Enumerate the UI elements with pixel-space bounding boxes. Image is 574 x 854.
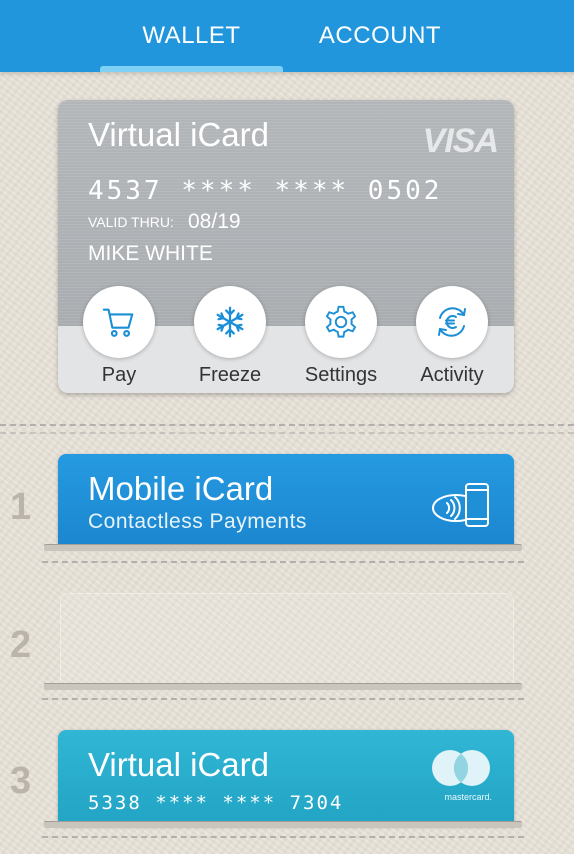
- pay-circle[interactable]: [83, 286, 155, 358]
- top-navigation-bar: WALLET ACCOUNT: [0, 0, 574, 72]
- settings-label: Settings: [304, 364, 378, 386]
- slot-number-1: 1: [10, 486, 32, 528]
- gear-icon: [325, 305, 357, 338]
- slot-number-2: 2: [10, 624, 32, 666]
- card-pocket-edge: [44, 544, 522, 551]
- freeze-button[interactable]: Freeze: [175, 286, 285, 386]
- tab-account[interactable]: ACCOUNT: [290, 0, 470, 72]
- euro-cycle-icon: [438, 307, 466, 337]
- pocket-stitch: [42, 698, 524, 700]
- empty-card-slot[interactable]: [60, 593, 514, 687]
- card-title: Virtual iCard: [88, 116, 269, 153]
- visa-logo: VISA: [422, 122, 499, 160]
- mobile-card-subtitle: Contactless Payments: [88, 510, 307, 533]
- pocket-stitch: [42, 561, 524, 563]
- freeze-label: Freeze: [198, 364, 262, 386]
- valid-thru-value: 08/19: [188, 210, 241, 233]
- pay-label: Pay: [101, 364, 137, 386]
- mobile-icard[interactable]: Mobile iCard Contactless Payments: [58, 454, 514, 548]
- active-tab-indicator: [100, 66, 283, 72]
- activity-label: Activity: [420, 364, 484, 386]
- valid-thru-label: VALID THRU:: [88, 214, 174, 230]
- activity-circle[interactable]: [416, 286, 488, 358]
- virtual-icard-mastercard[interactable]: Virtual iCard 5338 **** **** 7304 master…: [58, 730, 514, 826]
- pay-button[interactable]: Pay: [64, 286, 174, 386]
- cart-icon: [102, 308, 134, 337]
- mobile-card-title: Mobile iCard: [88, 470, 274, 507]
- settings-circle[interactable]: [305, 286, 377, 358]
- mastercard-card-title: Virtual iCard: [88, 746, 269, 783]
- settings-button[interactable]: Settings: [286, 286, 396, 386]
- virtual-icard-visa[interactable]: Virtual iCard VISA 4537 **** **** 0502 V…: [58, 100, 514, 393]
- slot-number-3: 3: [10, 760, 32, 802]
- card-pocket-edge: [44, 821, 522, 828]
- contactless-phone-icon: [432, 483, 489, 527]
- card-number: 4537 **** **** 0502: [88, 176, 443, 206]
- mastercard-wordmark: mastercard.: [444, 792, 492, 802]
- leather-stitch: [0, 432, 574, 434]
- tab-wallet[interactable]: WALLET: [100, 0, 283, 72]
- freeze-circle[interactable]: [194, 286, 266, 358]
- card-holder-name: MIKE WHITE: [88, 242, 213, 265]
- mastercard-card-number: 5338 **** **** 7304: [88, 792, 344, 814]
- snowflake-icon: [216, 306, 244, 338]
- activity-button[interactable]: Activity: [397, 286, 507, 386]
- pocket-stitch: [42, 836, 524, 838]
- leather-stitch: [0, 424, 574, 426]
- card-pocket-edge: [44, 683, 522, 690]
